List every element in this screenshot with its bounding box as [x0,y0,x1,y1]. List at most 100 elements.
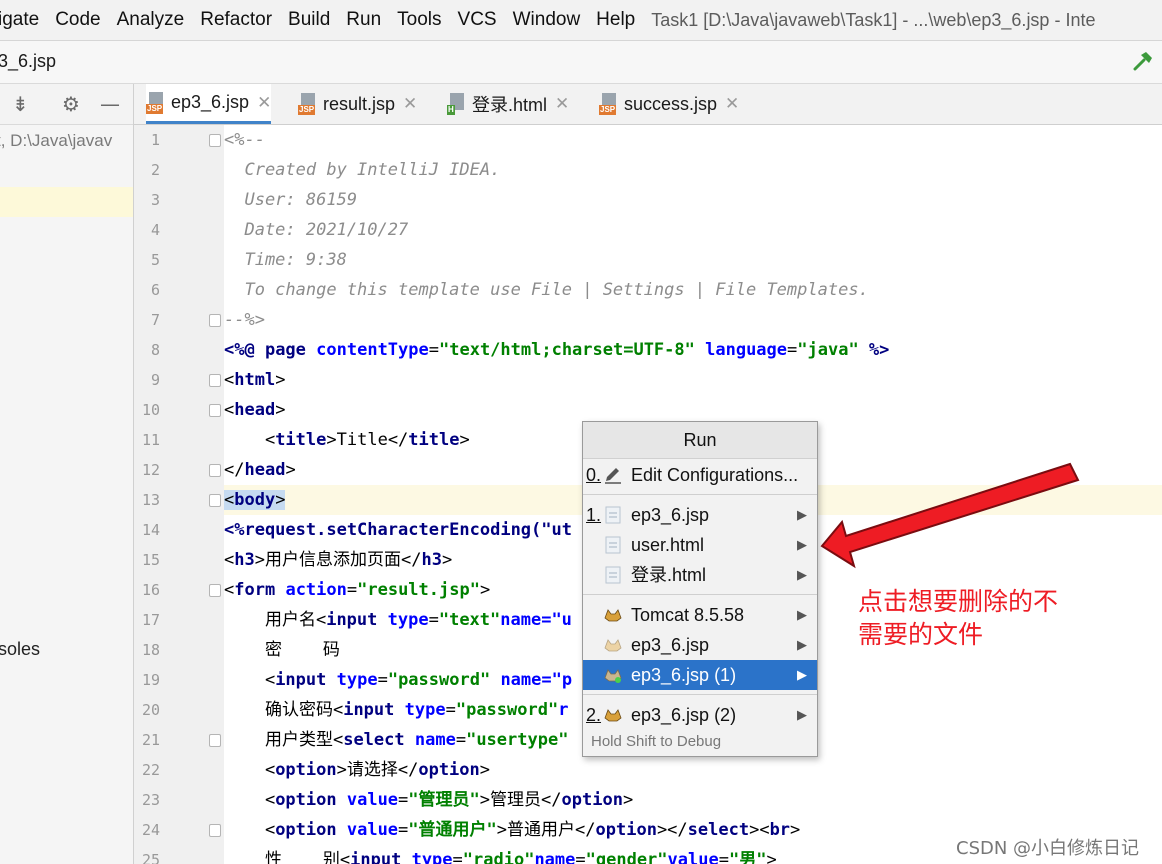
close-icon[interactable]: ✕ [725,94,739,114]
tomcat-icon [604,709,622,722]
scratches-consoles-item[interactable]: soles [0,639,40,660]
fold-marker-icon[interactable] [209,314,221,327]
collapse-icon[interactable]: ⇟ [12,92,29,116]
editor-gutter: 1 2 3 4 5 6 7 8 9 10 11 12 13 14 15 16 1… [134,125,224,864]
tab-result-jsp[interactable]: JSP result.jsp ✕ [298,84,417,124]
code-line-5: Time: 9:38 [224,250,347,270]
annotation-line: 点击想要删除的不 [858,587,1059,616]
line-number: 15 [141,551,160,569]
code-line-22: <option>请选择</option> [224,760,491,780]
line-number: 22 [141,761,160,779]
menu-build[interactable]: Build [280,9,338,31]
fold-marker-icon[interactable] [209,494,221,507]
menu-code[interactable]: Code [47,9,108,31]
fold-marker-icon[interactable] [209,734,221,747]
fold-marker-icon[interactable] [209,464,221,477]
code-line-13: <body> [224,490,286,510]
tab-success-jsp[interactable]: JSP success.jsp ✕ [599,84,739,124]
annotation-line: 需要的文件 [858,620,984,649]
code-line-20: 确认密码<input type="password"r [224,700,569,720]
code-line-1: <%-- [224,130,265,150]
fold-marker-icon[interactable] [209,824,221,837]
menu-item-edit-configurations[interactable]: 0. Edit Configurations... [583,460,817,490]
line-number: 19 [141,671,160,689]
project-panel: ⇟ ⚙ — t, D:\Java\javav soles [0,84,134,864]
menu-window[interactable]: Window [505,9,589,31]
line-number: 7 [150,311,160,329]
tab-login-html[interactable]: H 登录.html ✕ [447,84,569,124]
close-icon[interactable]: ✕ [555,94,569,114]
project-selected-row[interactable] [0,187,133,217]
pencil-icon [605,468,621,484]
menu-item-ep3-6-jsp-2[interactable]: 2. ep3_6.jsp (2) ▶ [583,700,817,730]
line-number: 18 [141,641,160,659]
project-toolbar: ⇟ ⚙ — [0,84,133,125]
submenu-arrow-icon: ▶ [797,667,807,682]
code-line-15: <h3>用户信息添加页面</h3> [224,550,453,570]
code-line-12: </head> [224,460,296,480]
menu-navigate[interactable]: igate [0,9,47,31]
menu-item-ep3-6-jsp-1[interactable]: ep3_6.jsp (1) ▶ [583,660,817,690]
code-line-7: --%> [224,310,265,330]
tab-ep3-6-jsp[interactable]: JSP ep3_6.jsp ✕ [146,84,272,124]
build-hammer-icon[interactable] [1132,50,1154,72]
project-path[interactable]: t, D:\Java\javav [0,131,112,151]
html-file-icon [605,506,621,524]
line-number: 21 [141,731,160,749]
gear-icon[interactable]: ⚙ [62,92,80,116]
watermark: CSDN @小白修炼日记 [956,838,1140,859]
tomcat-icon [604,609,622,622]
tomcat-running-icon [604,669,622,683]
close-icon[interactable]: ✕ [257,93,271,113]
jsp-file-icon: JSP [146,91,166,114]
menu-refactor[interactable]: Refactor [192,9,280,31]
code-line-25: 性 别<input type="radio"name="gender"value… [224,850,777,864]
editor-tabs: JSP ep3_6.jsp ✕ JSP result.jsp ✕ H 登录.ht… [134,84,1162,125]
line-number: 4 [150,221,160,239]
jsp-file-icon: JSP [298,93,318,115]
hide-icon[interactable]: — [100,92,120,116]
tab-label: success.jsp [624,93,718,114]
menu-item-ep3-6-jsp-tomcat[interactable]: ep3_6.jsp ▶ [583,630,817,660]
code-line-14: <%request.setCharacterEncoding("ut [224,520,572,540]
close-icon[interactable]: ✕ [403,94,417,114]
code-line-23: <option value="管理员">管理员</option> [224,790,634,810]
line-number: 13 [141,491,160,509]
menu-analyze[interactable]: Analyze [109,9,193,31]
line-number: 14 [141,521,160,539]
fold-marker-icon[interactable] [209,134,221,147]
menu-item-ep3-6-jsp[interactable]: 1. ep3_6.jsp ▶ [583,500,817,530]
tab-label: ep3_6.jsp [171,92,250,112]
fold-marker-icon[interactable] [209,374,221,387]
code-line-2: Created by IntelliJ IDEA. [224,160,501,180]
menu-item-login-html[interactable]: 登录.html ▶ [583,560,817,590]
menu-item-tomcat[interactable]: Tomcat 8.5.58 ▶ [583,600,817,630]
menu-vcs[interactable]: VCS [450,9,505,31]
menu-separator [583,494,817,495]
line-number: 9 [150,371,160,389]
menu-help[interactable]: Help [588,9,643,31]
menu-tools[interactable]: Tools [389,9,449,31]
menu-item-user-html[interactable]: user.html ▶ [583,530,817,560]
code-line-11: <title>Title</title> [224,430,470,450]
tomcat-faded-icon [604,639,622,652]
window-title: Task1 [D:\Java\javaweb\Task1] - ...\web\… [651,9,1096,30]
editor-scrollbar[interactable] [1150,250,1162,400]
popup-footer-hint: Hold Shift to Debug [591,733,722,750]
submenu-arrow-icon: ▶ [797,537,807,552]
line-number: 11 [141,431,160,449]
tab-label: 登录.html [472,95,548,115]
fold-marker-icon[interactable] [209,404,221,417]
submenu-arrow-icon: ▶ [797,567,807,582]
code-line-19: <input type="password" name="p [224,670,573,690]
submenu-arrow-icon: ▶ [797,637,807,652]
submenu-arrow-icon: ▶ [797,507,807,522]
line-number: 25 [141,851,160,864]
breadcrumb[interactable]: 3_6.jsp [0,51,56,72]
html-file-icon: H [447,93,467,115]
submenu-arrow-icon: ▶ [797,707,807,722]
line-number: 12 [141,461,160,479]
fold-marker-icon[interactable] [209,584,221,597]
menu-run[interactable]: Run [338,9,389,31]
code-line-4: Date: 2021/10/27 [224,220,409,240]
